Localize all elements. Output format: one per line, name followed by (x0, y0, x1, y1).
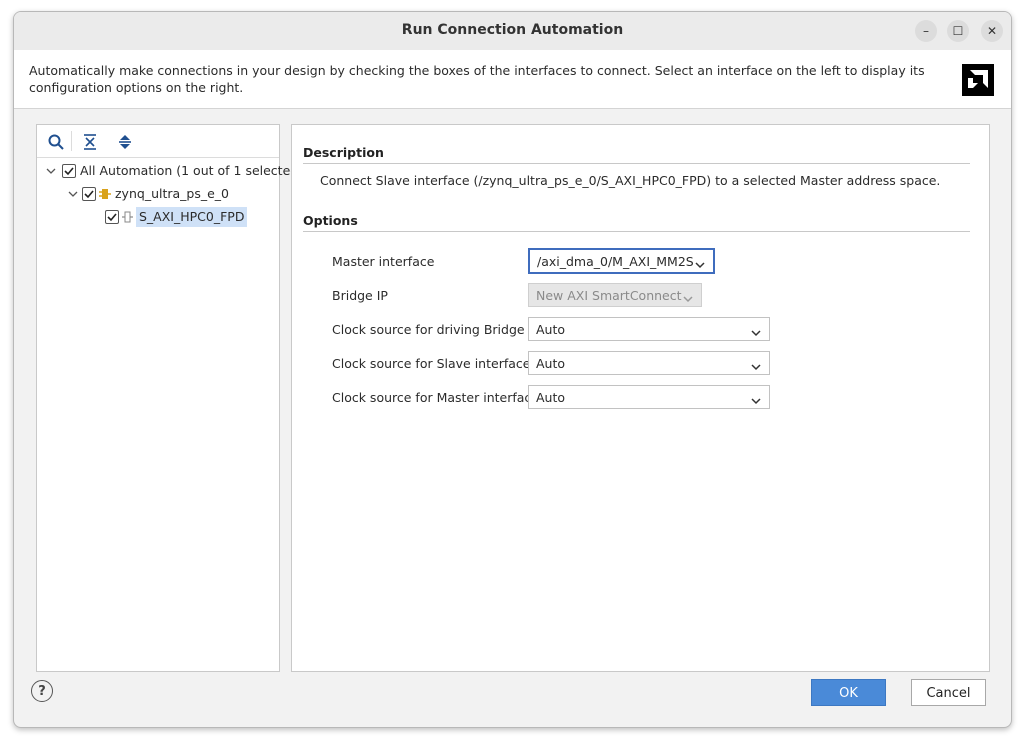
maximize-button[interactable]: ☐ (947, 20, 969, 42)
collapse-all-icon[interactable] (81, 133, 99, 151)
expand-all-icon[interactable] (116, 133, 134, 151)
interface-pin-icon (122, 210, 134, 224)
header-description: Automatically make connections in your d… (29, 63, 925, 95)
master-interface-label: Master interface (332, 254, 435, 269)
chevron-down-icon (683, 291, 693, 303)
divider (303, 231, 970, 232)
minimize-icon: – (923, 24, 929, 38)
minimize-button[interactable]: – (915, 20, 937, 42)
divider (303, 163, 970, 164)
description-text: Connect Slave interface (/zynq_ultra_ps_… (320, 173, 941, 188)
automation-tree-panel: All Automation (1 out of 1 selected) zyn… (36, 124, 303, 672)
chevron-down-icon (751, 393, 761, 405)
close-button[interactable]: ✕ (981, 20, 1003, 42)
maximize-icon: ☐ (952, 24, 964, 38)
tree-item-label: All Automation (1 out of 1 selected) (80, 163, 304, 178)
bridge-ip-label: Bridge IP (332, 288, 388, 303)
search-icon[interactable] (47, 133, 65, 151)
help-button[interactable]: ? (31, 680, 53, 702)
tree-item-label: zynq_ultra_ps_e_0 (115, 186, 230, 201)
chevron-down-icon (751, 325, 761, 337)
clock-master-select[interactable]: Auto (528, 385, 770, 409)
description-heading: Description (303, 145, 384, 160)
dialog-header: Automatically make connections in your d… (14, 50, 1011, 109)
tree-checkbox[interactable] (62, 164, 76, 178)
title-bar[interactable]: Run Connection Automation – ☐ ✕ (14, 12, 1011, 50)
select-value: Auto (536, 390, 566, 405)
tree-toolbar (37, 125, 279, 158)
tree-item-label: S_AXI_HPC0_FPD (136, 207, 248, 227)
cancel-button[interactable]: Cancel (911, 679, 986, 706)
close-icon: ✕ (986, 24, 998, 38)
clock-master-label: Clock source for Master interface (332, 390, 539, 405)
amd-logo (962, 64, 994, 96)
chevron-down-icon[interactable] (45, 161, 57, 181)
clock-bridge-select[interactable]: Auto (528, 317, 770, 341)
chevron-down-icon (751, 359, 761, 371)
ip-block-icon (99, 187, 111, 201)
clock-slave-select[interactable]: Auto (528, 351, 770, 375)
select-value: New AXI SmartConnect (536, 288, 682, 303)
clock-slave-label: Clock source for Slave interface (332, 356, 531, 371)
select-value: Auto (536, 356, 566, 371)
select-value: /axi_dma_0/M_AXI_MM2S (537, 254, 694, 269)
toolbar-separator (71, 131, 72, 151)
dialog-window: Run Connection Automation – ☐ ✕ Automati… (13, 11, 1012, 728)
ok-button[interactable]: OK (811, 679, 886, 706)
bridge-ip-select: New AXI SmartConnect (528, 283, 702, 307)
dialog-title: Run Connection Automation (401, 22, 624, 38)
select-value: Auto (536, 322, 566, 337)
master-interface-select[interactable]: /axi_dma_0/M_AXI_MM2S (528, 248, 715, 274)
options-heading: Options (303, 213, 358, 228)
chevron-down-icon (695, 257, 705, 269)
clock-bridge-label: Clock source for driving Bridge IP (332, 322, 540, 337)
options-panel: Description Connect Slave interface (/zy… (291, 124, 990, 672)
chevron-down-icon[interactable] (67, 184, 79, 204)
tree-checkbox[interactable] (105, 210, 119, 224)
tree-checkbox[interactable] (82, 187, 96, 201)
